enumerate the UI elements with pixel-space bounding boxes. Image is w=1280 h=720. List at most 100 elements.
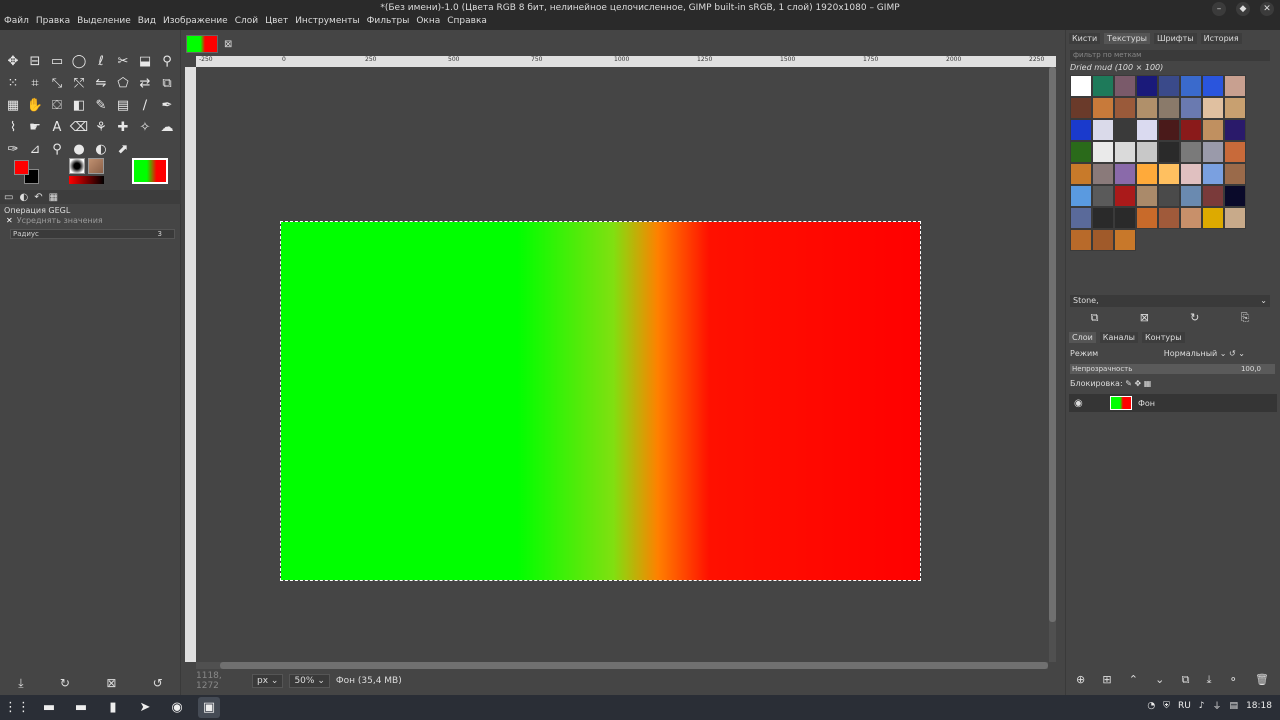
heal-icon[interactable]: ✚ — [112, 116, 134, 138]
shield-icon[interactable]: ⛨ — [1163, 701, 1170, 711]
clipboard-icon[interactable]: ▤ — [1230, 701, 1239, 711]
pattern-swatch[interactable] — [1180, 207, 1202, 229]
pattern-swatch[interactable] — [1158, 75, 1180, 97]
ink-icon[interactable]: ✒ — [156, 94, 178, 116]
taskbar-app-icon[interactable]: ⋮⋮ — [4, 697, 30, 718]
menu-item[interactable]: Файл — [2, 16, 31, 26]
tag-select[interactable]: Stone, ⌄ — [1070, 295, 1270, 307]
unit-select[interactable]: px ⌄ — [252, 674, 284, 688]
drop-icon[interactable]: ● — [68, 138, 90, 160]
pattern-swatch[interactable] — [1158, 119, 1180, 141]
flip-icon[interactable]: ⇋ — [90, 72, 112, 94]
layers-dock-tab[interactable]: Контуры — [1141, 332, 1185, 343]
layers-dock-tab[interactable]: Слои — [1069, 332, 1096, 343]
open-as-image-icon[interactable]: ⎘ — [1241, 311, 1250, 325]
pattern-swatch[interactable] — [1202, 185, 1224, 207]
toolbox-action-icon[interactable]: ↻ — [60, 676, 70, 690]
pattern-swatch[interactable] — [1136, 185, 1158, 207]
duplicate-icon[interactable]: ⧉ — [1091, 311, 1099, 325]
color-select-icon[interactable]: ⁙ — [2, 72, 24, 94]
blend-icon[interactable]: ▤ — [112, 94, 134, 116]
pattern-swatch[interactable] — [1202, 75, 1224, 97]
pattern-swatch[interactable] — [1158, 207, 1180, 229]
pattern-swatch[interactable] — [1092, 207, 1114, 229]
menu-item[interactable]: Выделение — [75, 16, 133, 26]
perspective-clone-icon[interactable]: ⧉ — [156, 72, 178, 94]
layer-action-icon[interactable]: ⌃ — [1129, 673, 1138, 691]
tool-options-tab-icon[interactable]: ▦ — [49, 192, 58, 203]
toolbox-action-icon[interactable]: ⊠ — [106, 676, 116, 690]
clock[interactable]: 18:18 — [1246, 701, 1272, 711]
clone-icon[interactable]: ⚘ — [90, 116, 112, 138]
foreground-color-swatch[interactable] — [14, 160, 29, 175]
pattern-swatch[interactable] — [1092, 75, 1114, 97]
warp-icon[interactable]: ⤲ — [68, 72, 90, 94]
pattern-swatch[interactable] — [1158, 163, 1180, 185]
delete-icon[interactable]: ⊠ — [1140, 311, 1149, 325]
gradient-preview[interactable] — [69, 176, 104, 184]
lock-alpha-icon[interactable]: ▦ — [1144, 379, 1152, 388]
color-picker-icon[interactable]: ✑ — [2, 138, 24, 160]
layer-action-icon[interactable]: 🗑 — [1255, 673, 1269, 691]
pattern-swatch[interactable] — [1202, 97, 1224, 119]
pattern-swatch[interactable] — [1224, 119, 1246, 141]
taskbar-app-icon[interactable]: ➤ — [134, 697, 156, 718]
image-tab[interactable]: ⊠ — [186, 33, 238, 55]
usb-icon[interactable]: ⏚ — [1213, 699, 1222, 712]
pattern-swatch[interactable] — [1136, 207, 1158, 229]
layer-action-icon[interactable]: ⊕ — [1076, 673, 1085, 691]
pattern-swatch[interactable] — [1136, 75, 1158, 97]
pattern-swatch[interactable] — [1114, 141, 1136, 163]
pattern-swatch[interactable] — [1070, 163, 1092, 185]
network-icon[interactable]: ◔ — [1147, 701, 1155, 711]
menu-item[interactable]: Справка — [445, 16, 489, 26]
close-tab-icon[interactable]: ⊠ — [224, 39, 232, 50]
paintbrush-icon[interactable]: ⌇ — [2, 116, 24, 138]
pattern-swatch[interactable] — [1224, 141, 1246, 163]
move-tool-icon[interactable]: ✥ — [2, 50, 24, 72]
pattern-swatch[interactable] — [1114, 185, 1136, 207]
pattern-swatch[interactable] — [1224, 163, 1246, 185]
layer-action-icon[interactable]: ⌄ — [1155, 673, 1164, 691]
dodge-burn-icon[interactable]: ✧ — [134, 116, 156, 138]
tool-options-tab-icon[interactable]: ◐ — [19, 192, 28, 203]
dock-tab[interactable]: Текстуры — [1104, 33, 1150, 44]
tool-options-tab-icon[interactable]: ▭ — [4, 192, 13, 203]
pattern-swatch[interactable] — [1158, 141, 1180, 163]
zoom-select[interactable]: 50% ⌄ — [289, 674, 330, 688]
vertical-scroll-thumb[interactable] — [1049, 67, 1056, 622]
pattern-preview[interactable] — [88, 158, 104, 174]
pattern-swatch[interactable] — [1092, 119, 1114, 141]
layer-thumbnail[interactable] — [1110, 396, 1132, 410]
pattern-swatch[interactable] — [1070, 185, 1092, 207]
pattern-swatch[interactable] — [1180, 75, 1202, 97]
pattern-swatch[interactable] — [1070, 229, 1092, 251]
taskbar-app-icon[interactable]: ▬ — [38, 697, 60, 718]
layer-action-icon[interactable]: ⧉ — [1182, 673, 1190, 691]
taskbar-app-icon[interactable]: ▣ — [198, 697, 220, 718]
pattern-swatch[interactable] — [1158, 185, 1180, 207]
menu-item[interactable]: Окна — [414, 16, 442, 26]
pattern-swatch[interactable] — [1136, 163, 1158, 185]
crop-icon[interactable]: ⌗ — [24, 72, 46, 94]
layer-name[interactable]: Фон — [1138, 399, 1155, 408]
taskbar-app-icon[interactable]: ▬ — [70, 697, 92, 718]
pattern-swatch[interactable] — [1136, 119, 1158, 141]
maximize-icon[interactable]: ◆ — [1236, 2, 1250, 16]
foreground-select-icon[interactable]: ⬓ — [134, 50, 156, 72]
pattern-swatch[interactable] — [1070, 97, 1092, 119]
volume-icon[interactable]: ♪ — [1199, 701, 1205, 711]
image-tab-thumbnail[interactable] — [186, 35, 218, 53]
menu-item[interactable]: Цвет — [263, 16, 290, 26]
pattern-swatch[interactable] — [1136, 141, 1158, 163]
opacity-slider[interactable]: Непрозрачность 100,0 — [1070, 364, 1275, 374]
pattern-swatch[interactable] — [1224, 97, 1246, 119]
lock-position-icon[interactable]: ✥ — [1134, 379, 1141, 388]
cage-icon[interactable]: ⬠ — [112, 72, 134, 94]
layer-row[interactable]: ◉ Фон — [1069, 394, 1277, 412]
pattern-swatch[interactable] — [1158, 97, 1180, 119]
refresh-icon[interactable]: ↻ — [1190, 311, 1199, 325]
lock-pixels-icon[interactable]: ✎ — [1125, 379, 1132, 388]
menu-item[interactable]: Инструменты — [293, 16, 361, 26]
pattern-swatch[interactable] — [1114, 75, 1136, 97]
